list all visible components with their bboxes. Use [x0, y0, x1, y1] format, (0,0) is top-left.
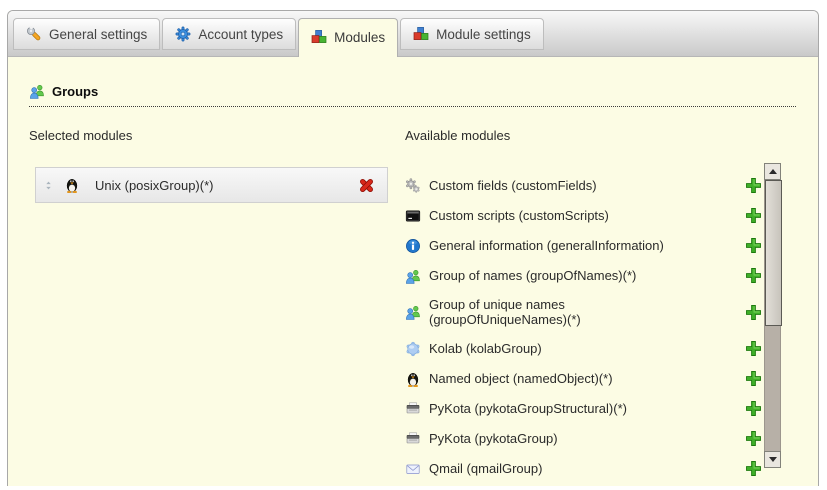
tab-label: General settings: [49, 27, 147, 42]
scrollbar-thumb[interactable]: [765, 180, 782, 326]
available-module-row: Custom fields (customFields): [405, 177, 762, 194]
scrollbar-track[interactable]: [764, 180, 781, 451]
tab-general-settings[interactable]: General settings: [13, 18, 160, 50]
groups-section-heading: Groups: [29, 83, 796, 107]
envelope-icon: [405, 461, 421, 477]
available-module-label: Group of unique names (groupOfUniqueName…: [429, 297, 737, 327]
add-module-button[interactable]: [745, 430, 762, 447]
available-module-row: Custom scripts (customScripts): [405, 207, 762, 224]
tab-label: Account types: [198, 27, 283, 42]
add-icon: [745, 340, 762, 357]
tab-label: Modules: [334, 30, 385, 45]
available-module-row: PyKota (pykotaGroupStructural)(*): [405, 400, 762, 417]
tab-modules[interactable]: Modules: [298, 18, 398, 57]
configuration-panel: General settings Account types Modules M…: [7, 10, 819, 486]
add-module-button[interactable]: [745, 267, 762, 284]
add-icon: [745, 400, 762, 417]
available-modules-scrollbar: [764, 163, 781, 468]
selected-modules-list: Unix (posixGroup)(*): [35, 167, 388, 203]
available-module-label: Custom fields (customFields): [429, 178, 737, 193]
delete-icon: [358, 177, 375, 194]
available-module-label: Group of names (groupOfNames)(*): [429, 268, 737, 283]
tab-account-types[interactable]: Account types: [162, 18, 296, 50]
available-module-row: General information (generalInformation): [405, 237, 762, 254]
available-module-label: General information (generalInformation): [429, 238, 737, 253]
available-modules-list: Custom fields (customFields) Custom scrip…: [405, 177, 762, 490]
tab-module-settings[interactable]: Module settings: [400, 18, 544, 50]
available-module-row: Group of names (groupOfNames)(*): [405, 267, 762, 284]
add-module-button[interactable]: [745, 237, 762, 254]
arrow-up-icon: [769, 169, 777, 174]
info-icon: [405, 238, 421, 254]
add-module-button[interactable]: [745, 304, 762, 321]
kolab-icon: [405, 341, 421, 357]
add-module-button[interactable]: [745, 370, 762, 387]
tab-label: Module settings: [436, 27, 531, 42]
selected-modules-heading: Selected modules: [29, 128, 132, 143]
available-module-row: Kolab (kolabGroup): [405, 340, 762, 357]
section-title: Groups: [52, 84, 98, 99]
wrench-icon: [26, 26, 42, 42]
add-icon: [745, 370, 762, 387]
printer-icon: [405, 431, 421, 447]
tab-bar: General settings Account types Modules M…: [8, 11, 818, 57]
group-icon: [405, 268, 421, 284]
add-icon: [745, 304, 762, 321]
scroll-up-button[interactable]: [764, 163, 781, 180]
available-modules-heading: Available modules: [405, 128, 510, 143]
modules-icon: [311, 29, 327, 45]
printer-icon: [405, 401, 421, 417]
add-icon: [745, 430, 762, 447]
remove-module-button[interactable]: [358, 177, 375, 194]
available-module-label: PyKota (pykotaGroupStructural)(*): [429, 401, 737, 416]
available-module-label: Kolab (kolabGroup): [429, 341, 737, 356]
account-types-icon: [175, 26, 191, 42]
selected-module-row: Unix (posixGroup)(*): [35, 167, 388, 203]
available-module-row: PyKota (pykotaGroup): [405, 430, 762, 447]
available-module-row: Qmail (qmailGroup): [405, 460, 762, 477]
group-icon: [29, 83, 45, 99]
linux-icon: [64, 177, 80, 193]
add-module-button[interactable]: [745, 207, 762, 224]
add-icon: [745, 207, 762, 224]
terminal-icon: [405, 208, 421, 224]
add-icon: [745, 267, 762, 284]
available-module-label: Custom scripts (customScripts): [429, 208, 737, 223]
available-module-row: Group of unique names (groupOfUniqueName…: [405, 297, 762, 327]
add-icon: [745, 460, 762, 477]
add-module-button[interactable]: [745, 460, 762, 477]
add-module-button[interactable]: [745, 177, 762, 194]
group-icon: [405, 304, 421, 320]
gears-icon: [405, 178, 421, 194]
available-module-label: Named object (namedObject)(*): [429, 371, 737, 386]
modules-icon: [413, 26, 429, 42]
add-module-button[interactable]: [745, 400, 762, 417]
available-module-label: Qmail (qmailGroup): [429, 461, 737, 476]
available-module-row: Named object (namedObject)(*): [405, 370, 762, 387]
linux-icon: [405, 371, 421, 387]
add-icon: [745, 237, 762, 254]
available-module-label: PyKota (pykotaGroup): [429, 431, 737, 446]
add-module-button[interactable]: [745, 340, 762, 357]
drag-handle-icon[interactable]: [43, 179, 54, 192]
add-icon: [745, 177, 762, 194]
selected-module-label: Unix (posixGroup)(*): [95, 178, 358, 193]
arrow-down-icon: [769, 457, 777, 462]
scroll-down-button[interactable]: [764, 451, 781, 468]
